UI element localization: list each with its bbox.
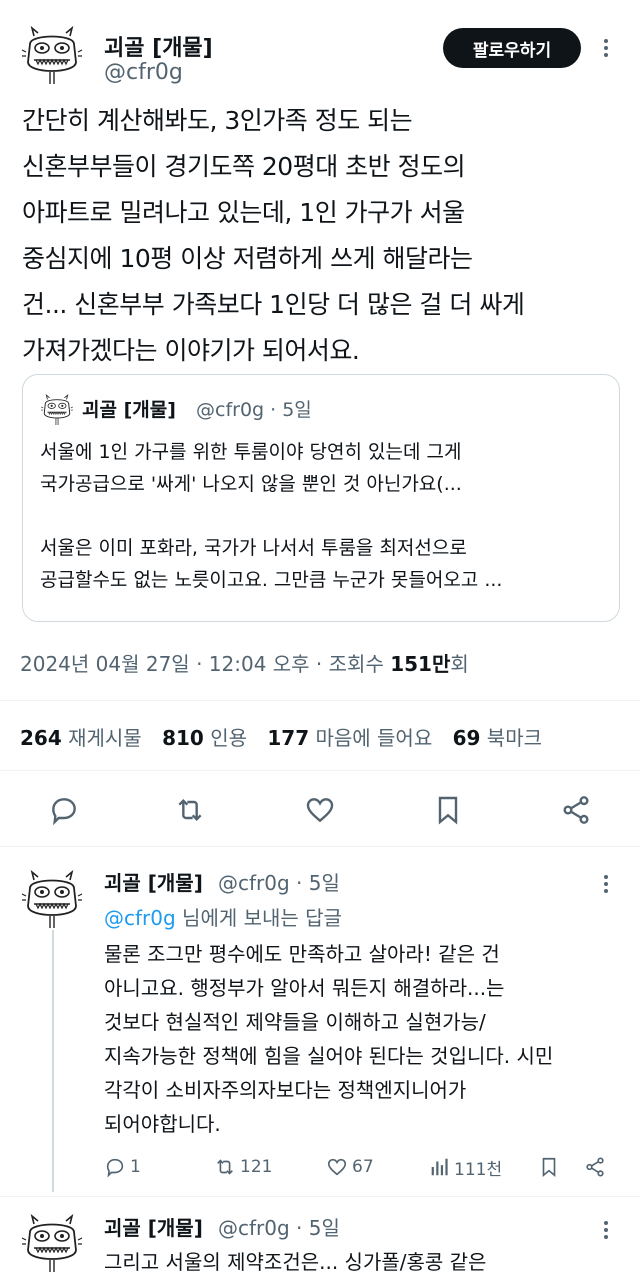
avatar[interactable] [20, 1210, 84, 1274]
share-icon [586, 1157, 604, 1177]
divider [0, 846, 640, 847]
reply-to: @cfr0g 님에게 보내는 답글 [104, 902, 342, 931]
more-icon[interactable] [604, 872, 608, 896]
retweet-button[interactable]: 121 [214, 1152, 272, 1182]
like-button[interactable] [300, 790, 340, 830]
author-name[interactable]: 괴골 [개물] [104, 867, 203, 896]
quoted-text-line: 국가공급으로 '싸게' 나오지 않을 뿐인 것 아닌가요(... [40, 473, 462, 495]
quoted-avatar [40, 392, 74, 426]
reply-text: 물론 조그만 평수에도 만족하고 살아라! 같은 건 아니고요. 행정부가 알아… [104, 937, 624, 1141]
tweet-text-line: 건... 신혼부부 가족보다 1인당 더 많은 걸 더 싸게 [22, 290, 525, 319]
divider [0, 1196, 640, 1197]
retweet-count: 121 [240, 1157, 273, 1177]
reply-text-line: 지속가능한 정책에 힘을 실어야 된다는 것입니다. 시민 [104, 1044, 554, 1068]
divider [0, 770, 640, 771]
reply-text-line: 아니고요. 행정부가 알아서 뭐든지 해결하라...는 [104, 976, 505, 1000]
tweet-text-line: 중심지에 10평 이상 저렴하게 쓰게 해달라는 [22, 244, 473, 273]
bookmark-button[interactable] [428, 790, 468, 830]
author-name[interactable]: 괴골 [개물] [104, 30, 213, 62]
tweet-text-line: 가져가겠다는 이야기가 되어서요. [22, 336, 360, 365]
comment-icon [52, 798, 76, 826]
reply-button[interactable]: 1 [104, 1152, 141, 1182]
follow-button[interactable]: 팔로우하기 [443, 28, 581, 68]
reply-text-line: 되어야합니다. [104, 1112, 221, 1136]
reply-text-line: 것보다 현실적인 제약들을 이해하고 실현가능/ [104, 1010, 486, 1034]
retweet-icon [178, 798, 202, 822]
share-button[interactable] [556, 790, 596, 830]
reply-count: 1 [130, 1157, 141, 1177]
reply-text: 그리고 서울의 제약조건은... 싱가폴/홍콩 같은 [104, 1250, 487, 1274]
like-count: 67 [352, 1157, 374, 1177]
quoted-text-line [40, 500, 610, 532]
heart-icon [306, 798, 334, 823]
tweet-text-line: 아파트로 밀려나고 있는데, 1인 가구가 서울 [22, 198, 465, 227]
avatar[interactable] [20, 866, 84, 930]
mention-link[interactable]: @cfr0g [104, 906, 176, 930]
view-count: 111천 [454, 1159, 503, 1180]
view-count: 151만 [390, 652, 451, 676]
views-icon [431, 1158, 448, 1176]
views-button[interactable]: 111천 [428, 1152, 502, 1182]
quoted-text-line: 서울은 이미 포화라, 국가가 나서서 투룸을 최저선으로 [40, 537, 467, 559]
quoted-author-name: 괴골 [개물] [82, 399, 176, 421]
author-handle[interactable]: @cfr0g · 5일 [218, 1212, 340, 1241]
author-name[interactable]: 괴골 [개물] [104, 1212, 203, 1241]
likes-stat[interactable]: 177 마음에 들어요 [267, 726, 432, 750]
like-button[interactable]: 67 [326, 1152, 374, 1182]
retweet-button[interactable] [170, 790, 210, 830]
tweet-meta: 2024년 04월 27일 · 12:04 오후 · 조회수 151만회 [20, 648, 469, 677]
tweet-date: 2024년 04월 27일 · 12:04 오후 · 조회수 [20, 652, 391, 676]
more-icon[interactable] [604, 1218, 608, 1242]
share-icon [563, 796, 589, 824]
view-suffix: 회 [450, 652, 469, 676]
reply-button[interactable] [44, 790, 84, 830]
reply-to-suffix: 님에게 보내는 답글 [175, 906, 342, 930]
comment-icon [106, 1158, 124, 1178]
author-handle[interactable]: @cfr0g [104, 60, 183, 85]
tweet-text: 간단히 계산해봐도, 3인가족 정도 되는 신혼부부들이 경기도쪽 20평대 초… [22, 98, 622, 374]
quoted-text-line: 공급할수도 없는 노릇이고요. 그만큼 누군가 못들어오고 ... [40, 569, 503, 591]
reply-text-line: 각각이 소비자주의자보다는 정책엔지니어가 [104, 1078, 467, 1102]
tweet-text-line: 간단히 계산해봐도, 3인가족 정도 되는 [22, 106, 413, 135]
reply-text-line: 물론 조그만 평수에도 만족하고 살아라! 같은 건 [104, 942, 500, 966]
avatar[interactable] [20, 22, 84, 86]
heart-icon [327, 1158, 347, 1176]
tweet-stats: 264 재게시물 810 인용 177 마음에 들어요 69 북마크 [20, 722, 542, 751]
bookmark-button[interactable] [538, 1152, 564, 1182]
divider [0, 700, 640, 701]
quoted-text-line: 서울에 1인 가구를 위한 투룸이야 당연히 있는데 그게 [40, 441, 462, 463]
quoted-text: 서울에 1인 가구를 위한 투룸이야 당연히 있는데 그게 국가공급으로 '싸게… [40, 436, 610, 596]
author-handle[interactable]: @cfr0g · 5일 [218, 867, 340, 896]
more-icon[interactable] [604, 36, 608, 60]
quotes-stat[interactable]: 810 인용 [162, 726, 247, 750]
bookmark-icon [542, 1157, 556, 1178]
share-button[interactable] [584, 1152, 610, 1182]
thread-line [52, 930, 54, 1192]
tweet-text-line: 신혼부부들이 경기도쪽 20평대 초반 정도의 [22, 152, 466, 181]
quoted-author-handle: @cfr0g · 5일 [196, 399, 312, 421]
bookmarks-stat[interactable]: 69 북마크 [453, 726, 542, 750]
retweet-icon [217, 1159, 233, 1175]
bookmark-icon [438, 796, 458, 825]
retweets-stat[interactable]: 264 재게시물 [20, 726, 142, 750]
